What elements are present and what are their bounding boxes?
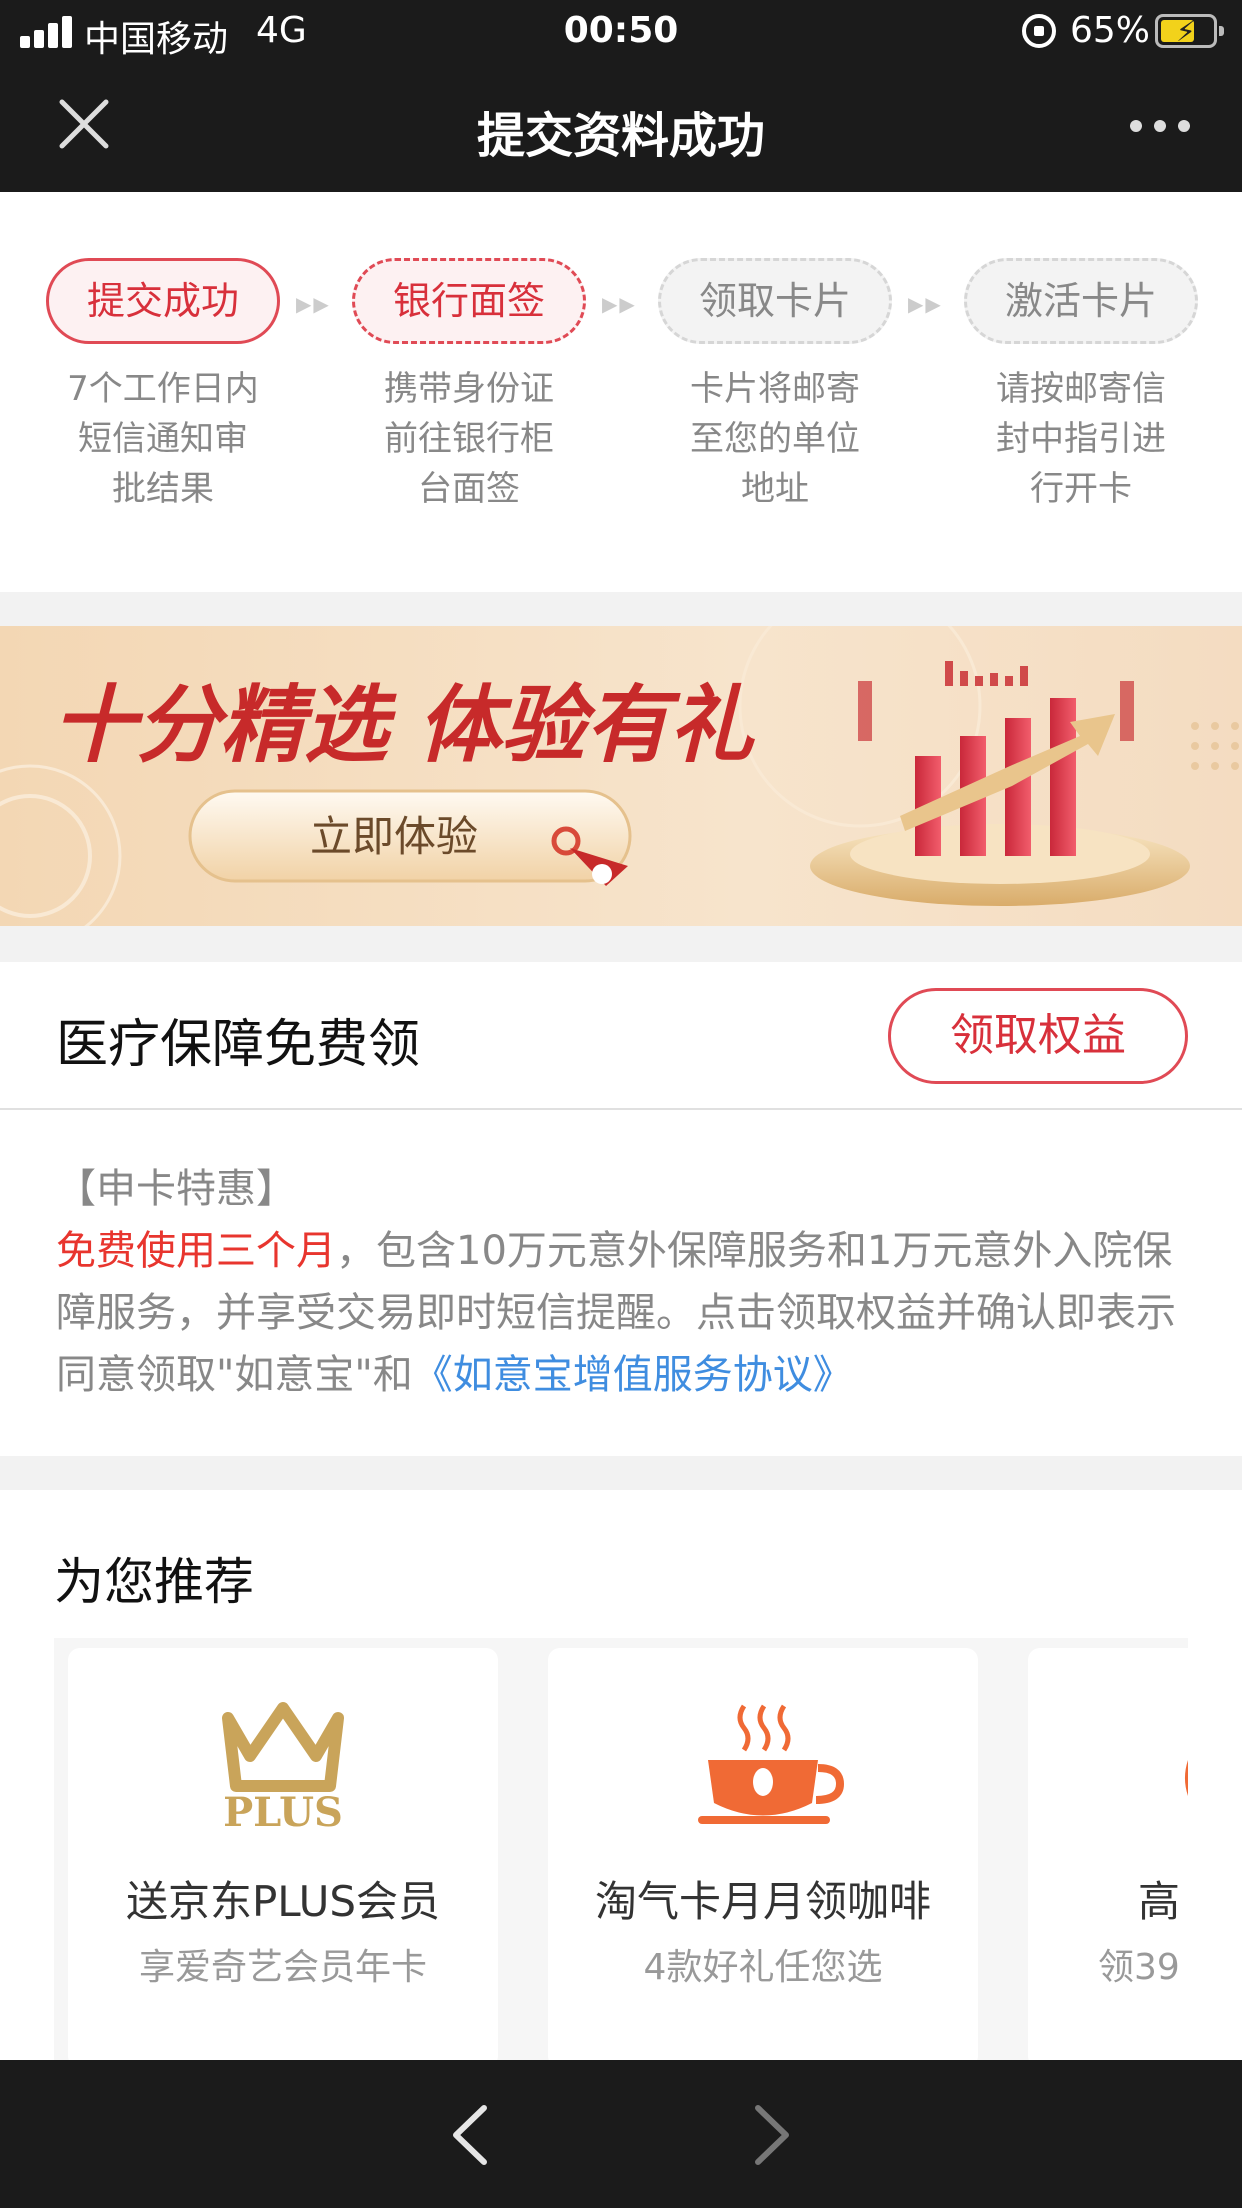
recommend-section: 为您推荐 PLUS 送京东PLUS会员 享爱奇艺会员年卡 淘气卡月月领咖啡 4款… — [0, 1490, 1242, 2060]
progress-steps: 提交成功 7个工作日内 短信通知审 批结果 ▶▶ 银行面签 携带身份证 前往银行柜 台面… — [0, 192, 1242, 592]
rec-name: 高 — [1138, 1877, 1181, 1926]
rec-name: 淘气卡月月领咖啡 — [594, 1877, 931, 1926]
free-highlight: 免费使用三个月 — [56, 1228, 336, 1274]
partial-icon — [1028, 1698, 1188, 1838]
plus-logo-text: PLUS — [223, 1789, 343, 1836]
top-bar: 中国移动 4G 00:50 65% ⚡ 提交资料成功 — [0, 0, 1242, 192]
step-label: 银行面签 — [352, 258, 586, 344]
rec-card-partial[interactable]: 高 领39 — [1028, 1648, 1188, 2060]
step-submitted: 提交成功 7个工作日内 短信通知审 批结果 — [46, 258, 280, 514]
agreement-link[interactable]: 《如意宝增值服务协议》 — [413, 1352, 853, 1398]
step-label: 提交成功 — [46, 258, 280, 344]
step-receive-card: 领取卡片 卡片将邮寄 至您的单位 地址 — [658, 258, 892, 514]
step-arrow-icon: ▶▶ — [908, 292, 943, 316]
rec-card-plus[interactable]: PLUS 送京东PLUS会员 享爱奇艺会员年卡 — [68, 1648, 498, 2060]
battery-icon: ⚡ — [1155, 14, 1224, 48]
step-description: 携带身份证 前往银行柜 台面签 — [384, 369, 554, 509]
banner-headline: 十分精选 体验有礼 — [52, 676, 755, 774]
step-activate-card: 激活卡片 请按邮寄信 封中指引进 行开卡 — [964, 258, 1198, 514]
step-description: 卡片将邮寄 至您的单位 地址 — [690, 369, 860, 509]
medical-benefit-section: 医疗保障免费领 领取权益 【申卡特惠】 免费使用三个月，包含10万元意外保障服务… — [0, 962, 1242, 1456]
claim-benefit-button[interactable]: 领取权益 — [888, 988, 1188, 1084]
rec-name: 送京东PLUS会员 — [125, 1877, 441, 1926]
step-description: 请按邮寄信 封中指引进 行开卡 — [996, 369, 1166, 509]
coffee-cup-icon — [548, 1698, 978, 1838]
step-arrow-icon: ▶▶ — [296, 292, 331, 316]
step-description: 7个工作日内 短信通知审 批结果 — [67, 369, 259, 509]
recommend-title: 为您推荐 — [54, 1553, 254, 1611]
step-bank-sign: 银行面签 携带身份证 前往银行柜 台面签 — [352, 258, 586, 514]
crown-plus-icon: PLUS — [68, 1698, 498, 1838]
medical-title: 医疗保障免费领 — [56, 1015, 421, 1075]
battery-percent: 65% — [1070, 10, 1151, 51]
medical-description: 【申卡特惠】 免费使用三个月，包含10万元意外保障服务和1万元意外入院保障服务，… — [56, 1158, 1196, 1406]
step-label: 激活卡片 — [964, 258, 1198, 344]
status-bar: 中国移动 4G 00:50 65% ⚡ — [0, 0, 1242, 64]
more-icon[interactable] — [1130, 110, 1190, 140]
browser-bottom-bar — [0, 2060, 1242, 2208]
forward-arrow-icon[interactable] — [742, 2100, 802, 2170]
promo-banner[interactable]: 十分精选 体验有礼 立即体验 — [0, 626, 1242, 926]
promo-tag: 【申卡特惠】 — [56, 1166, 296, 1212]
divider — [0, 1108, 1242, 1110]
rec-subtitle: 4款好礼任您选 — [643, 1947, 883, 1988]
step-arrow-icon: ▶▶ — [602, 292, 637, 316]
recommend-carousel[interactable]: PLUS 送京东PLUS会员 享爱奇艺会员年卡 淘气卡月月领咖啡 4款好礼任您选 — [54, 1638, 1188, 2060]
back-arrow-icon[interactable] — [440, 2100, 500, 2170]
rec-subtitle: 享爱奇艺会员年卡 — [138, 1947, 427, 1988]
charging-bolt-icon: ⚡ — [1176, 15, 1196, 48]
step-label: 领取卡片 — [658, 258, 892, 344]
rotation-lock-icon — [1022, 14, 1056, 48]
banner-button-label[interactable]: 立即体验 — [310, 812, 478, 861]
rec-subtitle: 领39 — [1098, 1947, 1180, 1988]
rec-card-coffee[interactable]: 淘气卡月月领咖啡 4款好礼任您选 — [548, 1648, 978, 2060]
page-title: 提交资料成功 — [476, 108, 765, 164]
